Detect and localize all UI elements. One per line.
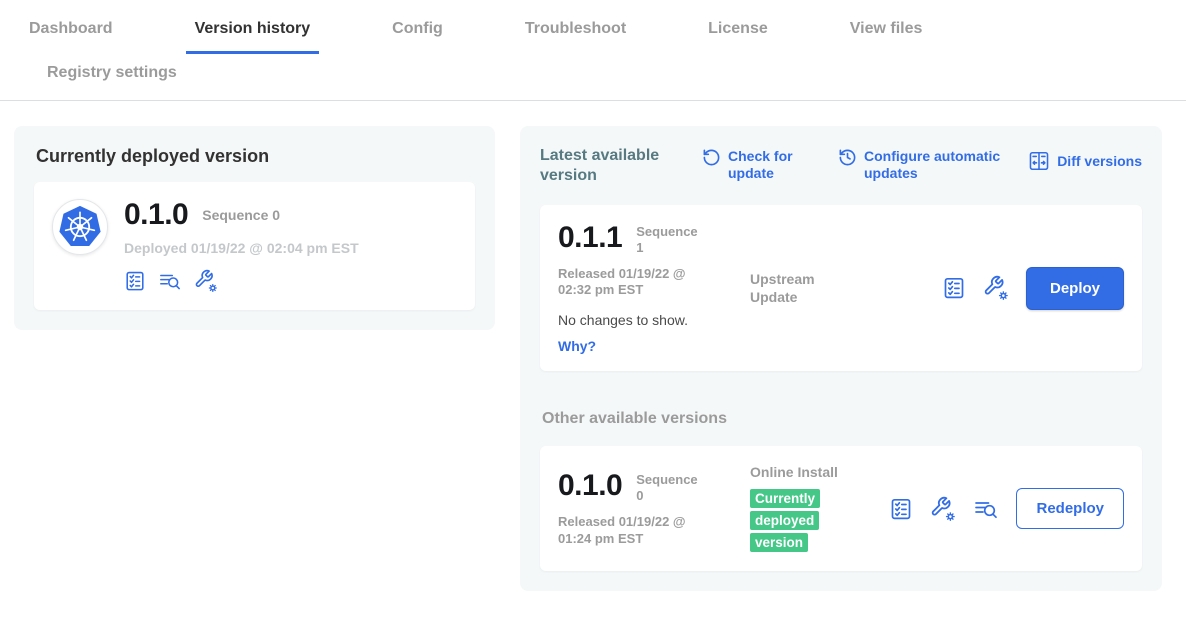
tab-license[interactable]: License (699, 14, 777, 54)
deployed-version-details: 0.1.0 Sequence 0 Deployed 01/19/22 @ 02:… (124, 199, 359, 293)
latest-sequence-label: Sequence 1 (636, 224, 700, 257)
tab-version-history[interactable]: Version history (186, 14, 320, 54)
secondary-tab-row: Registry settings (0, 54, 1186, 100)
no-changes-note: No changes to show. (558, 312, 750, 328)
kubernetes-logo-icon (52, 199, 108, 255)
deployed-version-row: 0.1.0 Sequence 0 (124, 199, 359, 231)
configure-automatic-updates-link[interactable]: Configure automatic updates (838, 148, 1016, 181)
config-wrench-gear-icon[interactable] (930, 496, 956, 522)
other-version-number: 0.1.0 (558, 470, 622, 502)
configure-automatic-updates-label: Configure automatic updates (864, 148, 1016, 181)
diff-versions-label: Diff versions (1057, 153, 1142, 170)
deployed-panel-title: Currently deployed version (36, 146, 475, 167)
latest-version-card: 0.1.1 Sequence 1 Released 01/19/22 @ 02:… (540, 205, 1142, 371)
deployed-version-card: 0.1.0 Sequence 0 Deployed 01/19/22 @ 02:… (34, 182, 475, 310)
latest-version-source: Upstream Update (750, 270, 850, 306)
latest-version-number: 0.1.1 (558, 222, 622, 254)
other-version-card: 0.1.0 Sequence 0 Released 01/19/22 @ 01:… (540, 446, 1142, 571)
diff-icon (1028, 150, 1050, 172)
latest-released-timestamp: Released 01/19/22 @ 02:32 pm EST (558, 266, 700, 300)
preflight-checklist-icon[interactable] (124, 270, 146, 292)
top-navigation: Dashboard Version history Config Trouble… (0, 0, 1186, 101)
other-released-timestamp: Released 01/19/22 @ 01:24 pm EST (558, 514, 700, 548)
deployed-action-icons (124, 269, 359, 293)
latest-version-row: 0.1.1 Sequence 1 (558, 222, 750, 257)
schedule-refresh-icon (838, 148, 857, 167)
tab-registry-settings[interactable]: Registry settings (38, 60, 186, 86)
deployed-sequence-label: Sequence 0 (202, 207, 280, 225)
tab-dashboard[interactable]: Dashboard (20, 14, 122, 54)
main-content: Currently deployed version (0, 101, 1186, 591)
redeploy-button[interactable]: Redeploy (1016, 488, 1124, 529)
other-version-info: 0.1.0 Sequence 0 Released 01/19/22 @ 01:… (558, 470, 750, 547)
diff-versions-link[interactable]: Diff versions (1028, 150, 1142, 172)
deployed-version-number: 0.1.0 (124, 199, 188, 231)
latest-version-actions: Deploy (942, 267, 1124, 310)
other-version-actions: Redeploy (889, 488, 1124, 529)
config-wrench-gear-icon[interactable] (983, 275, 1009, 301)
tab-config[interactable]: Config (383, 14, 452, 54)
available-panel-header: Latest available version Check for updat… (540, 146, 1142, 186)
view-logs-icon[interactable] (158, 270, 182, 292)
currently-deployed-panel: Currently deployed version (14, 126, 495, 330)
available-versions-panel: Latest available version Check for updat… (520, 126, 1162, 591)
deploy-button[interactable]: Deploy (1026, 267, 1124, 310)
currently-deployed-badge-wrap: Currently deployed version (750, 488, 824, 554)
other-sequence-label: Sequence 0 (636, 472, 700, 505)
other-versions-heading: Other available versions (542, 410, 1142, 428)
other-version-row: 0.1.0 Sequence 0 (558, 470, 750, 505)
primary-tab-row: Dashboard Version history Config Trouble… (0, 14, 1186, 54)
preflight-checklist-icon[interactable] (942, 276, 966, 300)
view-logs-icon[interactable] (973, 497, 999, 521)
config-wrench-gear-icon[interactable] (194, 269, 218, 293)
tab-view-files[interactable]: View files (841, 14, 932, 54)
other-version-source: Online Install Currently deployed versio… (750, 463, 850, 554)
currently-deployed-badge: Currently deployed version (750, 489, 820, 552)
latest-available-title: Latest available version (540, 146, 678, 186)
latest-version-info: 0.1.1 Sequence 1 Released 01/19/22 @ 02:… (558, 222, 750, 354)
other-source-label: Online Install (750, 463, 850, 481)
preflight-checklist-icon[interactable] (889, 497, 913, 521)
check-for-update-label: Check for update (728, 148, 810, 181)
check-for-update-link[interactable]: Check for update (702, 148, 810, 181)
deployed-timestamp: Deployed 01/19/22 @ 02:04 pm EST (124, 240, 359, 256)
tab-troubleshoot[interactable]: Troubleshoot (516, 14, 635, 54)
why-link[interactable]: Why? (558, 338, 750, 354)
refresh-icon (702, 148, 721, 167)
